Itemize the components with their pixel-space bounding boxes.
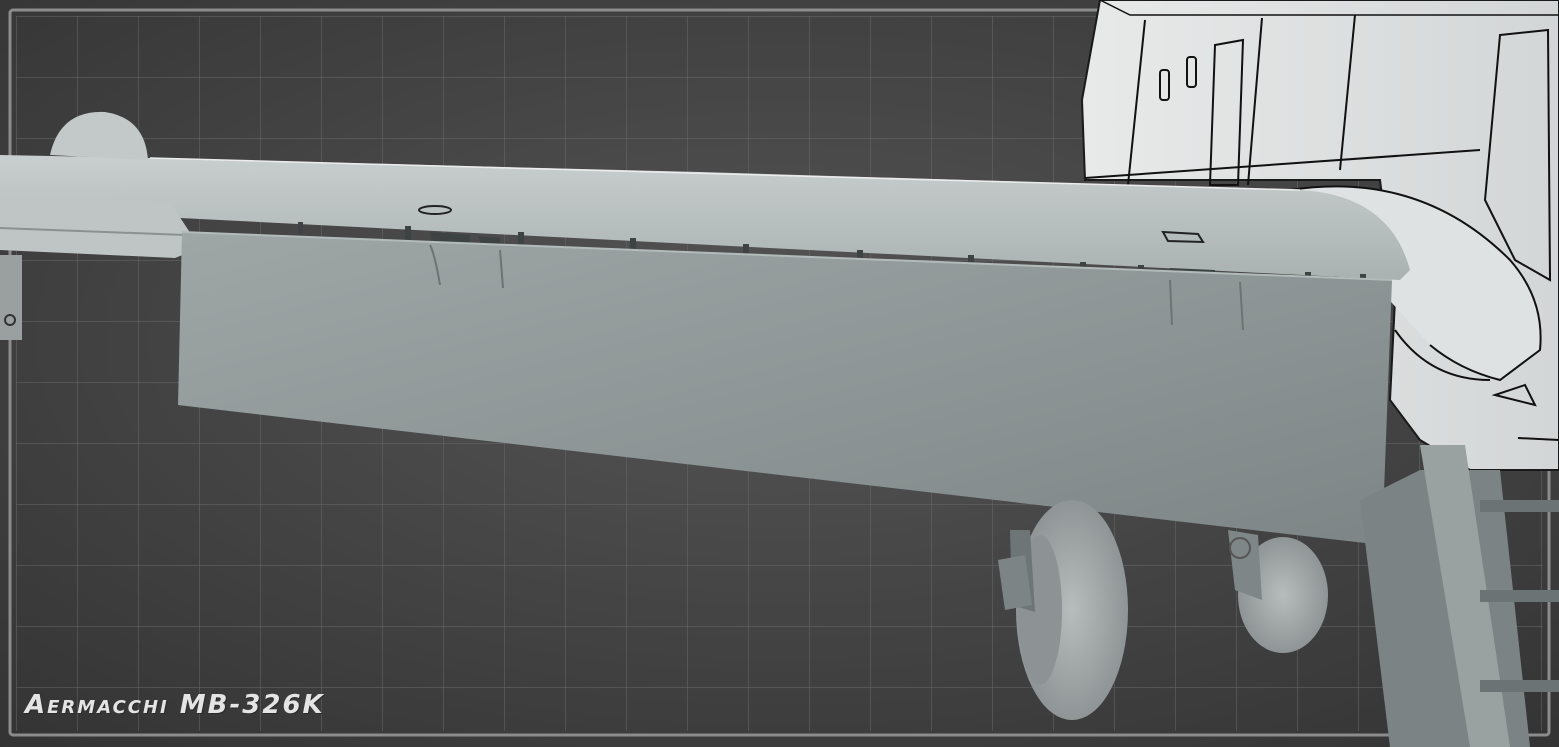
aircraft-render [0, 0, 1559, 747]
aircraft-title: Aermacchi MB-326K [25, 690, 325, 720]
